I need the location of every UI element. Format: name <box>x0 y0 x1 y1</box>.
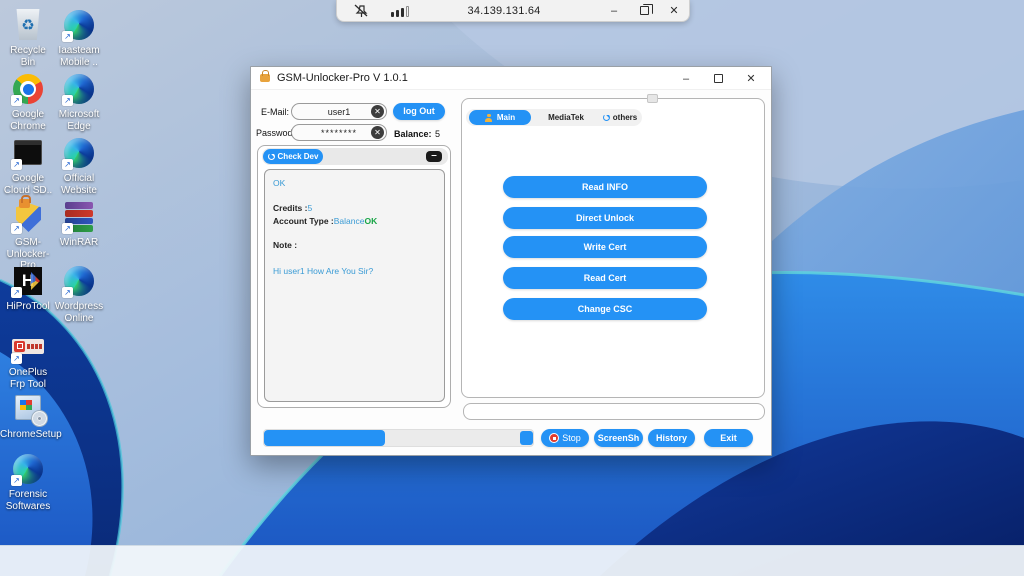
device-tab-strip: Check Dev – <box>262 148 448 165</box>
password-label: Passwod: <box>256 128 295 138</box>
stop-icon <box>549 433 559 443</box>
device-log-group: Check Dev – OK Credits :5 Account Type :… <box>257 145 451 408</box>
desktop-icon-google-cloud-sdk[interactable]: ↗ Google Cloud SD.. <box>2 136 54 196</box>
stop-button[interactable]: Stop <box>541 429 589 447</box>
lock-icon <box>19 199 30 208</box>
check-dev-label: Check Dev <box>278 152 319 161</box>
shortcut-arrow-icon: ↗ <box>62 159 73 170</box>
note-label: Note : <box>273 240 436 250</box>
remote-restore-button[interactable] <box>629 1 659 21</box>
email-label: E-Mail: <box>261 107 289 117</box>
status-strip <box>463 403 765 420</box>
shortcut-arrow-icon: ↗ <box>11 159 22 170</box>
shortcut-arrow-icon: ↗ <box>11 95 22 106</box>
remote-close-button[interactable]: ✕ <box>659 1 689 21</box>
shortcut-arrow-icon: ↗ <box>62 95 73 106</box>
exit-button[interactable]: Exit <box>704 429 753 447</box>
read-info-button[interactable]: Read INFO <box>503 176 707 198</box>
progress-fill <box>264 430 385 446</box>
remote-ip-address: 34.139.131.64 <box>409 5 599 17</box>
credits-label: Credits : <box>273 203 307 213</box>
desktop-icon-microsoft-edge[interactable]: ↗ Microsoft Edge <box>53 72 105 132</box>
balance-value: 5 <box>435 129 440 139</box>
credits-value: 5 <box>307 203 312 213</box>
desktop-icon-recycle-bin[interactable]: ♻ Recycle Bin <box>2 8 54 68</box>
shortcut-arrow-icon: ↗ <box>62 223 73 234</box>
clear-email-icon[interactable]: ✕ <box>371 105 384 118</box>
clear-password-icon[interactable]: ✕ <box>371 126 384 139</box>
window-close-button[interactable]: ✕ <box>735 67 767 90</box>
window-maximize-button[interactable] <box>703 67 733 90</box>
platform-tab-strip: Main MediaTek others <box>466 109 642 126</box>
oneplus-logo-icon <box>12 339 44 354</box>
log-credits-line: Credits :5 <box>273 202 436 215</box>
gsm-unlocker-window: GSM-Unlocker-Pro V 1.0.1 – ✕ E-Mail: ✕ l… <box>250 66 772 456</box>
tab-others[interactable]: others <box>598 109 642 126</box>
account-type-value: Balance <box>334 216 365 226</box>
shortcut-arrow-icon: ↗ <box>11 287 22 298</box>
write-cert-button[interactable]: Write Cert <box>503 236 707 258</box>
cd-disc-icon <box>31 410 48 427</box>
balance-label: Balance: <box>394 129 432 139</box>
desktop-icon-hiprotool[interactable]: H ↗ HiProTool <box>2 264 54 313</box>
desktop-screen: 34.139.131.64 – ✕ ♻ Recycle Bin ↗ Iaaste… <box>0 0 1024 576</box>
unpin-icon[interactable] <box>353 4 369 18</box>
tab-main-label: Main <box>497 113 515 122</box>
collapse-log-button[interactable]: – <box>426 151 442 162</box>
desktop-icon-google-chrome[interactable]: ↗ Google Chrome <box>2 72 54 132</box>
remote-session-bar: 34.139.131.64 – ✕ <box>336 0 690 22</box>
desktop-icon-official-website[interactable]: ↗ Official Website <box>53 136 105 196</box>
refresh-icon <box>268 153 275 160</box>
log-account-line: Account Type :BalanceOK <box>273 215 436 228</box>
window-minimize-button[interactable]: – <box>671 67 701 90</box>
direct-unlock-button[interactable]: Direct Unlock <box>503 207 707 229</box>
shortcut-arrow-icon: ↗ <box>11 353 22 364</box>
desktop-icon-iaasteam-mobile[interactable]: ↗ Iaasteam Mobile .. <box>53 8 105 68</box>
progress-marquee-chip <box>520 431 533 445</box>
restore-icon <box>640 6 649 15</box>
group-checkbox[interactable] <box>647 94 658 103</box>
maximize-icon <box>714 74 723 83</box>
app-lock-icon <box>260 74 270 82</box>
desktop-icon-forensic-softwares[interactable]: ↗ Forensic Softwares <box>2 452 54 512</box>
stop-label: Stop <box>562 433 581 443</box>
taskbar: 3:36 PM 11/15/2025 <box>0 545 1024 576</box>
connection-signal-icon <box>391 5 409 17</box>
change-csc-button[interactable]: Change CSC <box>503 298 707 320</box>
remote-minimize-button[interactable]: – <box>599 1 629 21</box>
tab-others-label: others <box>613 113 637 122</box>
tab-check-dev[interactable]: Check Dev <box>263 149 323 164</box>
history-button[interactable]: History <box>648 429 695 447</box>
refresh-icon <box>603 114 610 121</box>
shortcut-arrow-icon: ↗ <box>11 475 22 486</box>
recycle-bin-icon: ♻ <box>15 9 41 40</box>
account-type-label: Account Type : <box>273 216 334 226</box>
progress-bar <box>263 429 534 447</box>
logout-button[interactable]: log Out <box>393 103 445 120</box>
person-icon <box>485 114 493 122</box>
desktop-icon-gsm-unlocker-pro[interactable]: ↗ GSM-Unlocker-Pro <box>2 200 54 272</box>
screenshot-button[interactable]: ScreenSh <box>594 429 643 447</box>
desktop-icon-wordpress-online[interactable]: ↗ Wordpress Online <box>53 264 105 324</box>
shortcut-arrow-icon: ↗ <box>11 223 22 234</box>
tab-mediatek[interactable]: MediaTek <box>536 109 596 126</box>
desktop-icon-winrar[interactable]: ↗ WinRAR <box>53 200 105 249</box>
log-output-area: OK Credits :5 Account Type :BalanceOK No… <box>264 169 445 402</box>
window-titlebar[interactable]: GSM-Unlocker-Pro V 1.0.1 – ✕ <box>251 67 771 90</box>
desktop-icon-chromesetup[interactable]: ChromeSetup <box>0 392 60 441</box>
tab-main[interactable]: Main <box>469 110 531 125</box>
log-status: OK <box>273 178 436 188</box>
shortcut-arrow-icon: ↗ <box>62 287 73 298</box>
read-cert-button[interactable]: Read Cert <box>503 267 707 289</box>
shortcut-arrow-icon: ↗ <box>62 31 73 42</box>
desktop-icon-oneplus-frp-tool[interactable]: ↗ OnePlus Frp Tool <box>2 330 54 390</box>
window-title: GSM-Unlocker-Pro V 1.0.1 <box>277 67 408 90</box>
account-type-status: OK <box>364 216 377 226</box>
log-greeting: Hi user1 How Are You Sir? <box>273 266 436 276</box>
